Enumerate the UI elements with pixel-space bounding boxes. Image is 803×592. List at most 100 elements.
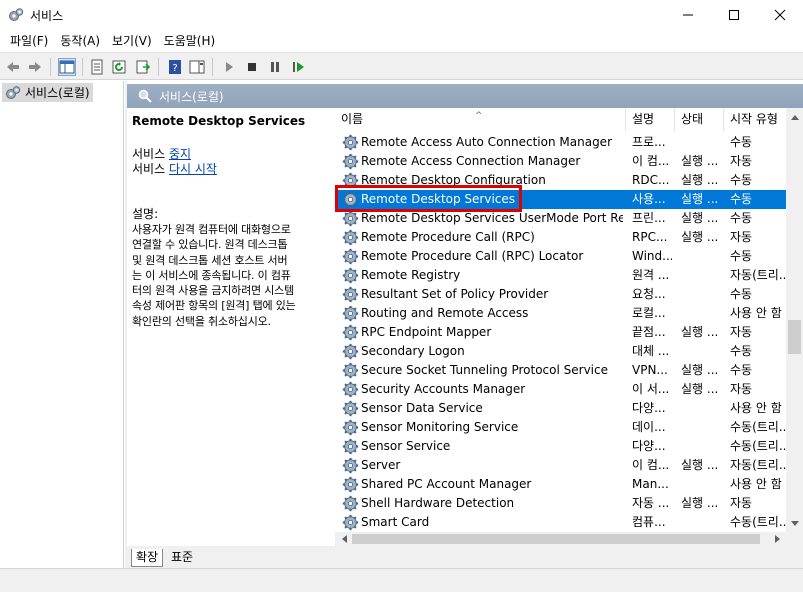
service-name: Remote Access Auto Connection Manager — [361, 135, 612, 149]
service-row[interactable]: Sensor Service 다양... 수동(트리... — [335, 437, 786, 456]
service-row[interactable]: Smart Card 컴퓨... 수동(트리... — [335, 513, 786, 532]
service-description: 프린... — [632, 211, 666, 225]
service-row[interactable]: Remote Registry 원격 ... 자동(트리... — [335, 266, 786, 285]
service-row[interactable]: Sensor Monitoring Service 데이... 수동(트리... — [335, 418, 786, 437]
column-header-startup-type[interactable]: 시작 유형 — [724, 108, 786, 131]
service-row[interactable]: Remote Access Connection Manager 이 컴... 실행… — [335, 152, 786, 171]
service-description: 사용... — [632, 192, 666, 206]
description-line: 연결할 수 있습니다. 원격 데스크톱 — [132, 238, 288, 252]
service-startup-type: 수동 — [730, 173, 753, 187]
maximize-button[interactable] — [711, 0, 757, 30]
service-description: 원격 ... — [632, 268, 670, 282]
vertical-scroll-thumb[interactable] — [788, 320, 801, 354]
service-status: 실행 ... — [681, 325, 719, 339]
service-startup-type: 자동 — [730, 325, 753, 339]
service-row[interactable]: Shell Hardware Detection 자동 ... 실행 ... 자동 — [335, 494, 786, 513]
panel-header-title: 서비스(로컬) — [159, 89, 224, 104]
service-row[interactable]: Secondary Logon 대체 ... 수동 — [335, 342, 786, 361]
back-button[interactable] — [4, 58, 22, 76]
tab-extended[interactable]: 확장 — [131, 549, 164, 567]
menu-action[interactable]: 동작(A) — [54, 31, 106, 51]
service-row[interactable]: Resultant Set of Policy Provider 요청... 수동 — [335, 285, 786, 304]
horizontal-scroll-thumb[interactable] — [352, 534, 760, 544]
service-gear-icon — [342, 343, 359, 360]
scroll-down-arrow-icon[interactable] — [786, 515, 803, 532]
vertical-scrollbar[interactable] — [786, 108, 803, 532]
service-row[interactable]: Remote Procedure Call (RPC) Locator Wind.… — [335, 247, 786, 266]
service-name: Sensor Monitoring Service — [361, 420, 519, 434]
service-gear-icon — [342, 400, 359, 417]
stop-icon — [248, 63, 256, 71]
column-header-description[interactable]: 설명 — [626, 108, 675, 131]
start-service-button[interactable] — [220, 58, 238, 76]
stop-service-button[interactable] — [243, 58, 261, 76]
service-row[interactable]: Security Accounts Manager 이 서... 실행 ... 자동 — [335, 380, 786, 399]
service-description: 대체 ... — [632, 344, 670, 358]
service-status: 실행 ... — [681, 154, 719, 168]
service-gear-icon — [342, 457, 359, 474]
service-status — [681, 475, 727, 494]
help-button[interactable]: ? — [166, 58, 184, 76]
service-row[interactable]: Routing and Remote Access 로컬... 사용 안 함 — [335, 304, 786, 323]
list-header: 이름 ^ 설명 상태 시작 유형 — [335, 108, 786, 131]
service-row[interactable]: Sensor Data Service 다양... 사용 안 함 — [335, 399, 786, 418]
description-line: 확인란의 선택을 취소하십시오. — [132, 314, 271, 328]
pause-service-button[interactable] — [266, 58, 284, 76]
service-status — [681, 513, 727, 532]
tree-item-services-local[interactable]: 서비스(로컬) — [2, 83, 93, 102]
service-name: Smart Card — [361, 515, 430, 529]
service-row[interactable]: RPC Endpoint Mapper 끝점... 실행 ... 자동 — [335, 323, 786, 342]
service-startup-type: 수동 — [730, 287, 753, 301]
tab-standard[interactable]: 표준 — [167, 549, 197, 567]
service-gear-icon — [342, 305, 359, 322]
service-row[interactable]: Secure Socket Tunneling Protocol Service… — [335, 361, 786, 380]
service-name: Shared PC Account Manager — [361, 477, 532, 491]
tree-item-label: 서비스(로컬) — [25, 86, 90, 100]
forward-button[interactable] — [26, 58, 44, 76]
service-row[interactable]: Remote Procedure Call (RPC) RPC... 실행 ... 자… — [335, 228, 786, 247]
show-tree-button[interactable] — [58, 58, 76, 76]
menu-help[interactable]: 도움말(H) — [158, 31, 222, 51]
restart-service-button[interactable] — [289, 58, 307, 76]
service-description: VPN... — [632, 363, 668, 377]
description-line: 사용자가 원격 컴퓨터에 대화형으로 — [132, 223, 291, 236]
scroll-up-arrow-icon[interactable] — [786, 108, 803, 125]
toolbar: ? — [0, 52, 803, 80]
service-name: Sensor Data Service — [361, 401, 483, 415]
service-gear-icon — [342, 476, 359, 493]
show-action-pane-button[interactable] — [188, 58, 206, 76]
service-status — [681, 399, 727, 418]
restart-service-link[interactable]: 다시 시작 — [169, 162, 217, 176]
service-description: RDC... — [632, 173, 670, 187]
scroll-left-arrow-icon[interactable] — [335, 532, 352, 546]
service-row[interactable]: Shared PC Account Manager Man... 사용 안 함 — [335, 475, 786, 494]
close-button[interactable] — [757, 0, 803, 30]
description-pane: Remote Desktop Services 서비스 중지 서비스 다시 시작… — [127, 108, 335, 546]
horizontal-scrollbar[interactable] — [335, 532, 786, 546]
service-gear-icon — [342, 286, 359, 303]
service-status: 실행 ... — [681, 458, 719, 472]
column-header-name[interactable]: 이름 ^ — [335, 108, 626, 131]
help-book-icon: ? — [169, 60, 181, 74]
minimize-button[interactable] — [665, 0, 711, 30]
scroll-right-arrow-icon[interactable] — [769, 532, 786, 546]
service-row[interactable]: Remote Access Auto Connection Manager 프로.… — [335, 133, 786, 152]
service-name: Routing and Remote Access — [361, 306, 529, 320]
close-icon — [774, 9, 786, 21]
service-status: 실행 ... — [681, 363, 719, 377]
description-line: 속성 제어판 항목의 [원격] 탭에 있는 — [132, 299, 296, 313]
stop-service-link[interactable]: 중지 — [169, 147, 191, 161]
export-list-button[interactable] — [134, 58, 152, 76]
service-description: 자동 ... — [632, 496, 670, 510]
service-row[interactable]: Server 이 컴... 실행 ... 자동(트리... — [335, 456, 786, 475]
service-status — [681, 133, 727, 152]
menu-view[interactable]: 보기(V) — [106, 31, 158, 51]
properties-button[interactable] — [88, 58, 106, 76]
menu-file[interactable]: 파일(F) — [4, 31, 54, 51]
service-startup-type: 자동(트리... — [730, 458, 786, 472]
column-header-status[interactable]: 상태 — [675, 108, 724, 131]
refresh-button[interactable] — [110, 58, 128, 76]
console-tree: 서비스(로컬) — [0, 81, 124, 568]
export-icon — [136, 60, 151, 74]
service-startup-type: 수동 — [730, 249, 753, 263]
